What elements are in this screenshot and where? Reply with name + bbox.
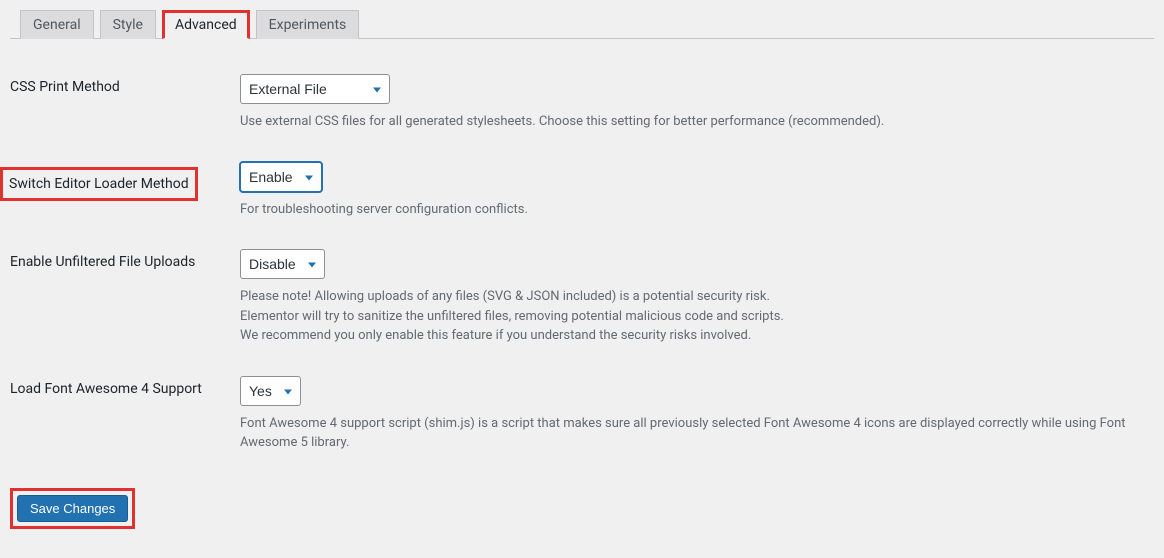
select-css-print-method[interactable]: External File bbox=[240, 74, 390, 104]
select-switch-editor-loader[interactable]: Enable bbox=[240, 162, 322, 192]
tab-advanced[interactable]: Advanced bbox=[162, 10, 250, 39]
label-switch-editor-loader: Switch Editor Loader Method bbox=[0, 167, 198, 201]
save-changes-button[interactable]: Save Changes bbox=[17, 495, 128, 522]
tab-experiments[interactable]: Experiments bbox=[256, 10, 360, 39]
tab-style[interactable]: Style bbox=[100, 10, 156, 39]
description-switch-editor-loader: For troubleshooting server configuration… bbox=[240, 200, 1144, 220]
settings-form: CSS Print Method External File Use exter… bbox=[10, 59, 1154, 468]
tab-bar: General Style Advanced Experiments bbox=[10, 10, 1154, 39]
select-load-fa4[interactable]: Yes bbox=[240, 376, 301, 406]
save-highlight: Save Changes bbox=[10, 488, 135, 529]
label-load-fa4: Load Font Awesome 4 Support bbox=[10, 361, 230, 468]
select-unfiltered-uploads[interactable]: Disable bbox=[240, 249, 325, 279]
description-css-print-method: Use external CSS files for all generated… bbox=[240, 112, 1144, 132]
description-load-fa4: Font Awesome 4 support script (shim.js) … bbox=[240, 414, 1144, 453]
label-unfiltered-uploads: Enable Unfiltered File Uploads bbox=[10, 234, 230, 361]
description-unfiltered-uploads: Please note! Allowing uploads of any fil… bbox=[240, 287, 1144, 346]
label-css-print-method: CSS Print Method bbox=[10, 59, 230, 147]
tab-general[interactable]: General bbox=[20, 10, 94, 39]
